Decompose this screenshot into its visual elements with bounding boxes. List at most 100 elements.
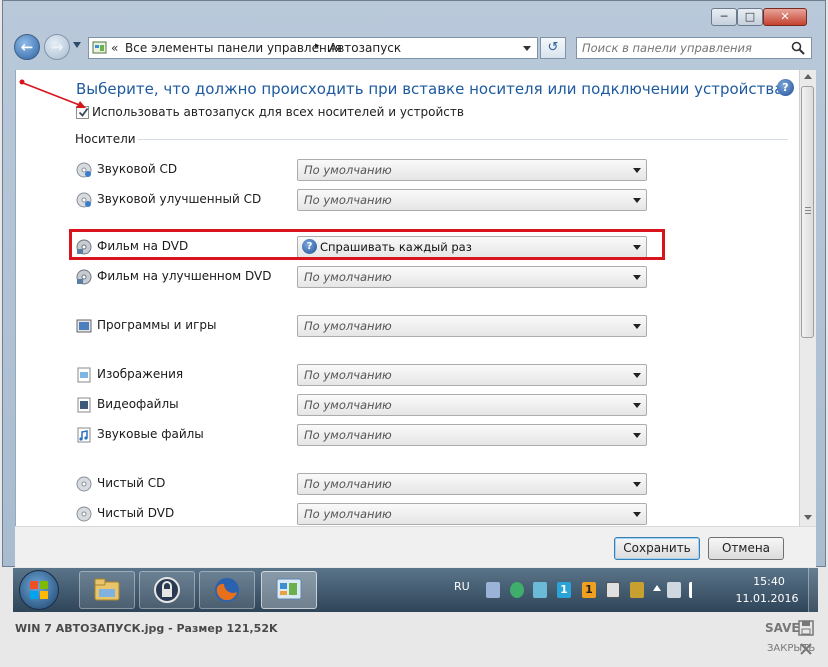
tray-network-icon[interactable]	[533, 582, 547, 598]
show-desktop-button[interactable]	[808, 568, 819, 612]
viewer-save-button[interactable]: SAVE	[765, 621, 800, 635]
tray-monitor-icon[interactable]	[667, 582, 681, 598]
chevron-down-icon[interactable]	[633, 433, 641, 438]
programs-icon	[76, 319, 92, 333]
video-files-icon	[77, 397, 91, 413]
navigation-bar: ← → « Все элементы панели управления ▸ А…	[10, 34, 816, 62]
chevron-down-icon[interactable]	[633, 275, 641, 280]
media-type-label: Программы и игры	[97, 318, 217, 332]
audio-cd-icon	[76, 162, 92, 178]
tray-badge-orange-icon[interactable]: 1	[582, 582, 596, 598]
scroll-down-icon[interactable]	[804, 515, 812, 520]
address-dropdown-icon[interactable]	[523, 46, 531, 51]
breadcrumb-autoplay[interactable]: Автозапуск	[329, 41, 401, 55]
tray-badge-blue-icon[interactable]: 1	[557, 582, 571, 598]
scroll-thumb[interactable]	[801, 86, 814, 338]
vertical-scrollbar[interactable]	[799, 70, 816, 526]
action-dropdown[interactable]: По умолчанию	[297, 473, 647, 495]
action-dropdown[interactable]: По умолчанию	[297, 189, 647, 211]
help-icon[interactable]: ?	[777, 79, 794, 96]
breadcrumb-control-panel[interactable]: Все элементы панели управления	[125, 41, 342, 55]
start-button[interactable]	[19, 570, 59, 610]
taskbar-control-panel[interactable]	[261, 571, 317, 609]
section-divider	[138, 139, 788, 140]
media-type-label: Чистый DVD	[97, 506, 175, 520]
action-dropdown[interactable]: По умолчанию	[297, 315, 647, 337]
clock-time[interactable]: 15:40	[746, 575, 792, 588]
language-indicator[interactable]: RU	[454, 580, 470, 593]
action-dropdown-value: По умолчанию	[304, 193, 392, 207]
scroll-up-icon[interactable]	[804, 74, 812, 79]
tray-keepass-icon[interactable]	[486, 582, 500, 598]
recent-pages-chevron-icon[interactable]	[73, 42, 81, 48]
autoplay-checkbox-label[interactable]: Использовать автозапуск для всех носител…	[92, 105, 464, 119]
windows-logo-icon	[30, 581, 48, 599]
search-box[interactable]	[576, 37, 812, 59]
chevron-down-icon[interactable]	[633, 198, 641, 203]
action-dropdown-value: По умолчанию	[304, 319, 392, 333]
chevron-down-icon[interactable]	[633, 168, 641, 173]
back-button[interactable]: ←	[14, 34, 40, 60]
action-dropdown[interactable]: По умолчанию	[297, 364, 647, 386]
taskbar-keepass[interactable]	[139, 571, 195, 609]
address-bar[interactable]: « Все элементы панели управления ▸ Автоз…	[88, 37, 538, 59]
search-input[interactable]	[580, 39, 789, 57]
maximize-button[interactable]: □	[737, 8, 763, 26]
firefox-icon	[215, 578, 239, 602]
search-icon[interactable]	[791, 41, 805, 55]
action-dropdown-value: По умолчанию	[304, 163, 392, 177]
blank-cd-icon	[76, 476, 92, 492]
media-type-label: Фильм на улучшенном DVD	[97, 269, 272, 283]
refresh-button[interactable]: ↺	[540, 37, 566, 59]
audio-files-icon	[77, 427, 91, 443]
taskbar-explorer[interactable]	[79, 571, 135, 609]
annotation-arrow-icon	[19, 79, 86, 108]
media-type-label: Чистый CD	[97, 476, 166, 490]
cancel-button[interactable]: Отмена	[708, 537, 784, 560]
page-title: Выберите, что должно происходить при вст…	[76, 80, 784, 98]
images-icon	[77, 367, 91, 383]
floppy-disk-icon[interactable]	[798, 620, 814, 636]
action-dropdown-value: По умолчанию	[304, 270, 392, 284]
autoplay-settings-panel: Выберите, что должно происходить при вст…	[15, 70, 799, 526]
action-dropdown-value: По умолчанию	[304, 428, 392, 442]
close-window-button[interactable]: ✕	[763, 8, 807, 26]
blank-dvd-icon	[76, 506, 92, 522]
control-panel-icon	[92, 41, 107, 54]
chevron-down-icon[interactable]	[633, 512, 641, 517]
viewer-filename: WIN 7 АВТОЗАПУСК.jpg - Размер 121,52K	[15, 622, 278, 635]
media-type-label: Изображения	[97, 367, 184, 381]
action-dropdown[interactable]: По умолчанию	[297, 266, 647, 288]
enhanced-dvd-icon	[76, 269, 92, 285]
tray-green-icon[interactable]	[510, 582, 524, 598]
media-type-label: Звуковой CD	[97, 162, 178, 176]
chevron-down-icon[interactable]	[633, 482, 641, 487]
arrow-right-icon: →	[50, 38, 64, 56]
chevron-down-icon[interactable]	[633, 373, 641, 378]
tray-volume-icon[interactable]	[689, 582, 706, 598]
action-dropdown-value: По умолчанию	[304, 507, 392, 521]
breadcrumb-separator[interactable]: ▸	[315, 41, 320, 51]
media-type-label: Видеофайлы	[97, 397, 179, 411]
action-dropdown[interactable]: По умолчанию	[297, 394, 647, 416]
action-dropdown[interactable]: По умолчанию	[297, 503, 647, 525]
control-panel-icon	[276, 578, 302, 600]
address-overflow[interactable]: «	[111, 41, 118, 55]
arrow-left-icon: ←	[20, 38, 34, 56]
save-button[interactable]: Сохранить	[614, 537, 700, 560]
tray-app-icon[interactable]	[630, 582, 644, 598]
close-icon[interactable]	[800, 643, 812, 655]
taskbar-firefox[interactable]	[199, 571, 255, 609]
minimize-button[interactable]: ─	[711, 8, 737, 26]
action-dropdown[interactable]: По умолчанию	[297, 424, 647, 446]
tray-expand-icon[interactable]	[653, 585, 661, 591]
clock-date[interactable]: 11.01.2016	[731, 592, 803, 605]
tray-battery-icon[interactable]	[606, 582, 620, 598]
dialog-button-bar: Сохранить Отмена	[15, 526, 816, 567]
section-media-heading: Носители	[75, 132, 136, 146]
action-dropdown-value: По умолчанию	[304, 368, 392, 382]
chevron-down-icon[interactable]	[633, 324, 641, 329]
forward-button[interactable]: →	[44, 34, 70, 60]
action-dropdown[interactable]: По умолчанию	[297, 159, 647, 181]
chevron-down-icon[interactable]	[633, 403, 641, 408]
